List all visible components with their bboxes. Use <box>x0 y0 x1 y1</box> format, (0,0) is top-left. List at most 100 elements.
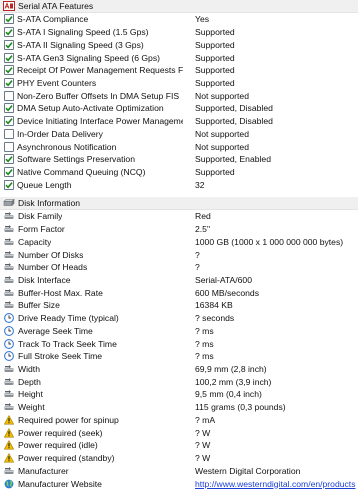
sata-row[interactable]: S-ATA I Signaling Speed (1.5 Gps) Support… <box>0 26 358 39</box>
sata-row[interactable]: Device Initiating Interface Power Manage… <box>0 115 358 128</box>
disk-row[interactable]: Number Of Disks? <box>0 248 358 261</box>
property-name-cell: Receipt Of Power Management Requests Fro… <box>0 65 183 76</box>
property-name-cell: S-ATA I Signaling Speed (1.5 Gps) <box>0 27 183 38</box>
clock-icon <box>4 338 14 349</box>
checked-checkbox-icon <box>4 27 14 38</box>
property-value: 115 grams (0,3 pounds) <box>195 402 286 413</box>
disk-row[interactable]: Manufacturer Website http://www.westerndi… <box>0 477 358 490</box>
disk-row[interactable]: Form Factor 2.5" <box>0 223 358 236</box>
property-label: Width <box>18 364 40 375</box>
sata-section-header[interactable]: Serial ATA Features <box>0 0 358 13</box>
disk-row[interactable]: Manufacturer Western Digital Corporation <box>0 464 358 477</box>
property-value: ? W <box>195 427 211 438</box>
section-title: Disk Information <box>18 198 81 209</box>
disk-row[interactable]: Buffer Size 16384 KB <box>0 299 358 312</box>
disk-arrow-icon <box>4 275 14 285</box>
disk-row[interactable]: Average Seek Time ? ms <box>0 325 358 338</box>
checked-checkbox-icon <box>4 154 14 165</box>
checked-checkbox-icon <box>4 77 14 88</box>
property-name-cell: Width <box>0 364 183 374</box>
hard-disk-icon <box>3 198 15 208</box>
disk-row[interactable]: Number Of Heads? <box>0 261 358 274</box>
disk-row[interactable]: Capacity 1000 GB (1000 x 1 000 000 000 by… <box>0 236 358 249</box>
disk-row[interactable]: Disk Interface Serial-ATA/600 <box>0 274 358 287</box>
property-value: Supported, Enabled <box>195 154 271 165</box>
property-value: ? W <box>195 453 211 464</box>
manufacturer-website-link[interactable]: http://www.westerndigital.com/en/product… <box>183 479 358 489</box>
property-name-cell: In-Order Data Delivery <box>0 128 183 139</box>
property-value: 2.5" <box>195 224 210 235</box>
property-name-cell: Number Of Disks <box>0 250 183 260</box>
warning-icon <box>4 453 14 463</box>
sata-row[interactable]: PHY Event Counters Supported <box>0 77 358 90</box>
property-label: In-Order Data Delivery <box>17 128 103 139</box>
property-label: Disk Family <box>18 211 63 222</box>
sata-row[interactable]: In-Order Data Delivery Not supported <box>0 127 358 140</box>
property-label: Asynchronous Notification <box>17 141 117 152</box>
checked-checkbox-icon <box>4 52 14 63</box>
sata-row[interactable]: Native Command Queuing (NCQ) Supported <box>0 166 358 179</box>
sata-row[interactable]: DMA Setup Auto-Activate Optimization Supp… <box>0 102 358 115</box>
property-value: Supported <box>195 65 235 76</box>
disk-row[interactable]: Width 69,9 mm (2,8 inch) <box>0 363 358 376</box>
disk-row[interactable]: Power required (standby) ? W <box>0 452 358 465</box>
property-value: 600 MB/seconds <box>195 287 260 298</box>
disk-arrow-icon <box>4 466 14 476</box>
property-name-cell: Average Seek Time <box>0 326 183 336</box>
property-label: Weight <box>18 402 45 413</box>
disk-row[interactable]: Height 9,5 mm (0,4 inch) <box>0 388 358 401</box>
property-name-cell: Software Settings Preservation <box>0 154 183 165</box>
sata-row[interactable]: Asynchronous Notification Not supported <box>0 140 358 153</box>
property-value: Not supported <box>195 90 249 101</box>
sata-row[interactable]: Software Settings Preservation Supported,… <box>0 153 358 166</box>
sata-row[interactable]: Receipt Of Power Management Requests Fro… <box>0 64 358 77</box>
disk-row[interactable]: Full Stroke Seek Time ? ms <box>0 350 358 363</box>
property-label: Device Initiating Interface Power Manage… <box>17 116 183 127</box>
property-name-cell: Height <box>0 389 183 399</box>
property-name-cell: Queue Length <box>0 179 183 190</box>
disk-arrow-icon <box>4 364 14 374</box>
property-name-cell: Disk Family <box>0 211 183 221</box>
property-label: Drive Ready Time (typical) <box>18 313 119 324</box>
disk-row[interactable]: Weight 115 grams (0,3 pounds) <box>0 401 358 414</box>
disk-arrow-icon <box>4 389 14 399</box>
sata-row[interactable]: S-ATA Compliance Yes <box>0 13 358 26</box>
property-value: ? W <box>195 440 211 451</box>
property-name-cell: S-ATA Compliance <box>0 14 183 25</box>
disk-row[interactable]: Power required (idle) ? W <box>0 439 358 452</box>
property-value: 9,5 mm (0,4 inch) <box>195 389 262 400</box>
disk-arrow-icon <box>4 377 14 387</box>
property-label: Number Of Disks <box>18 249 84 260</box>
disk-row[interactable]: Power required (seek) ? W <box>0 426 358 439</box>
property-label: Software Settings Preservation <box>17 154 135 165</box>
sata-row[interactable]: S-ATA Gen3 Signaling Speed (6 Gps) Suppor… <box>0 51 358 64</box>
property-label: Track To Track Seek Time <box>18 338 117 349</box>
property-value: Western Digital Corporation <box>195 465 301 476</box>
sata-row[interactable]: Queue Length 32 <box>0 178 358 191</box>
disk-row[interactable]: Drive Ready Time (typical) ? seconds <box>0 312 358 325</box>
property-name-cell: Track To Track Seek Time <box>0 339 183 349</box>
property-label: Form Factor <box>18 224 65 235</box>
checked-checkbox-icon <box>4 39 14 50</box>
property-value: Red <box>195 211 211 222</box>
property-value: ? seconds <box>195 313 235 324</box>
disk-row[interactable]: Buffer-Host Max. Rate 600 MB/seconds <box>0 286 358 299</box>
property-name-cell: DMA Setup Auto-Activate Optimization <box>0 103 183 114</box>
disk-row[interactable]: Required power for spinup ? mA <box>0 414 358 427</box>
disk-row[interactable]: Depth 100,2 mm (3,9 inch) <box>0 375 358 388</box>
property-name-cell: Required power for spinup <box>0 414 183 425</box>
disk-row[interactable]: Track To Track Seek Time ? ms <box>0 337 358 350</box>
property-name-cell: Manufacturer <box>0 466 183 476</box>
property-name-cell: Manufacturer Website <box>0 479 183 489</box>
property-label: Non-Zero Buffer Offsets In DMA Setup FIS <box>17 90 180 101</box>
property-value: Not supported <box>195 141 249 152</box>
property-label: S-ATA Gen3 Signaling Speed (6 Gps) <box>17 52 160 63</box>
globe-icon <box>4 479 14 489</box>
sata-row[interactable]: Non-Zero Buffer Offsets In DMA Setup FIS… <box>0 89 358 102</box>
sata-row[interactable]: S-ATA II Signaling Speed (3 Gps) Supporte… <box>0 38 358 51</box>
property-value: 100,2 mm (3,9 inch) <box>195 376 272 387</box>
property-value: Supported, Disabled <box>195 116 273 127</box>
disk-row[interactable]: Disk Family Red <box>0 210 358 223</box>
disk-section-header[interactable]: Disk Information <box>0 197 358 211</box>
property-name-cell: Drive Ready Time (typical) <box>0 313 183 323</box>
